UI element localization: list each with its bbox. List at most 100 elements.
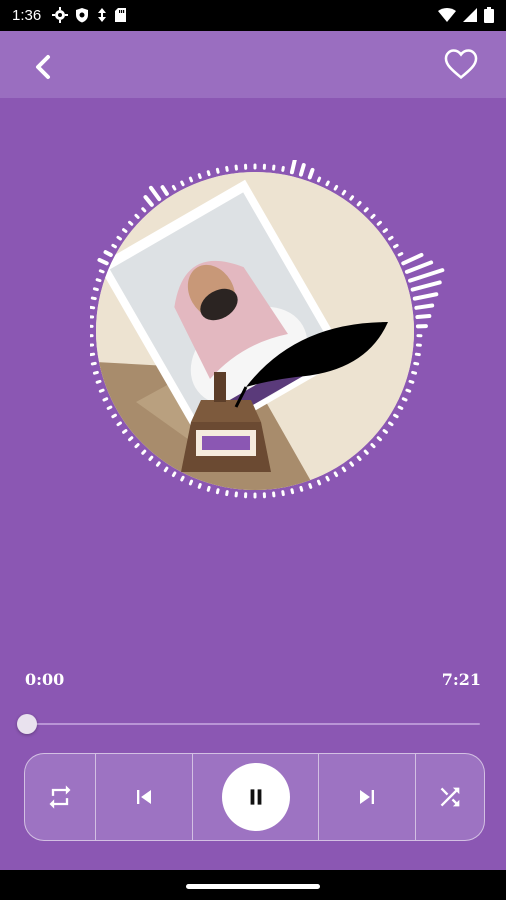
- data-saver-icon: [98, 8, 106, 22]
- visualizer-bar: [397, 252, 404, 257]
- visualizer-bar: [401, 252, 424, 266]
- visualizer-bar: [289, 160, 297, 175]
- visualizer-bar: [160, 185, 169, 196]
- shuffle-button[interactable]: [416, 754, 484, 840]
- visualizer-bar: [325, 475, 330, 482]
- visualizer-bar: [376, 436, 382, 442]
- visualizer-bar: [103, 250, 113, 257]
- visualizer-bar: [325, 180, 330, 187]
- visualizer-bar: [408, 268, 445, 283]
- repeat-button[interactable]: [25, 754, 96, 840]
- visualizer-bar: [111, 413, 117, 419]
- visualizer-bar: [171, 184, 177, 191]
- shuffle-icon: [440, 787, 460, 807]
- play-pause-circle: [221, 763, 290, 831]
- visualizer-bar: [281, 165, 285, 172]
- visualizer-bar: [349, 461, 355, 467]
- visualizer-bar: [92, 287, 99, 292]
- visualizer-bar: [405, 388, 412, 393]
- visualizer-bar: [128, 436, 134, 442]
- skip-previous-icon: [137, 790, 151, 804]
- visualizer-bar: [401, 397, 408, 402]
- visualizer-bar: [148, 455, 154, 462]
- visualizer-bar: [376, 220, 382, 226]
- visualizer-bar: [413, 361, 420, 366]
- visualizer-bar: [333, 184, 339, 191]
- visualizer-bar: [404, 260, 434, 274]
- next-button[interactable]: [319, 754, 416, 840]
- visualizer-bar: [393, 243, 399, 249]
- visualizer-bar: [95, 278, 102, 283]
- visualizer-bar: [356, 455, 362, 462]
- visualizer-bar: [316, 176, 322, 183]
- visualizer-bar: [102, 397, 109, 402]
- visualizer-bar: [116, 235, 122, 241]
- visualizer-bar: [128, 220, 134, 226]
- favorite-button[interactable]: [442, 45, 480, 83]
- visualizer-bar: [382, 429, 388, 434]
- visualizer-bar: [356, 200, 362, 207]
- audio-visualizer: [90, 160, 470, 500]
- app-bar: [0, 31, 506, 98]
- visualizer-bar: [307, 167, 315, 180]
- visualizer-bar: [95, 379, 102, 384]
- visualizer-bar: [171, 471, 177, 478]
- visualizer-bar: [363, 449, 369, 455]
- visualizer-bar: [134, 213, 140, 219]
- visualizer-bar: [163, 466, 169, 473]
- settings-icon: [52, 7, 68, 23]
- visualizer-bar: [141, 449, 147, 455]
- sd-card-icon: [115, 8, 126, 22]
- visualizer-bar: [141, 207, 147, 213]
- visualizer-bar: [225, 490, 229, 497]
- visualizer-bar: [370, 443, 376, 449]
- seek-track: [25, 723, 480, 725]
- visualizer-bar: [281, 490, 285, 497]
- visualizer-bar: [116, 421, 122, 427]
- wifi-icon: [438, 8, 456, 22]
- status-bar: 1:36: [0, 0, 506, 31]
- battery-icon: [484, 7, 494, 23]
- chevron-left-icon: [36, 55, 50, 79]
- playback-controls: [24, 753, 485, 841]
- visualizer-bar: [98, 388, 105, 393]
- visualizer-bar: [122, 429, 128, 434]
- visualizer-bar: [370, 213, 376, 219]
- visualizer-bar: [215, 167, 220, 174]
- seek-thumb[interactable]: [17, 714, 37, 734]
- visualizer-bar: [349, 195, 355, 201]
- visualizer-bar: [316, 479, 322, 486]
- visualizer-bar: [122, 228, 128, 233]
- visualizer-bar: [308, 483, 313, 489]
- visualizer-bar: [410, 280, 442, 292]
- visualizer-bar: [363, 207, 369, 213]
- visualizer-bar: [188, 479, 194, 486]
- visualizer-bar: [415, 314, 432, 320]
- visualizer-bar: [134, 443, 140, 449]
- visualizer-bar: [106, 405, 113, 410]
- visualizer-bar: [290, 488, 295, 495]
- skip-next-icon: [360, 790, 374, 804]
- visualizer-bar: [215, 488, 220, 495]
- visualizer-bar: [341, 466, 347, 473]
- visualizer-bar: [388, 421, 394, 427]
- visualizer-ring: [90, 160, 445, 499]
- visualizer-bar: [299, 485, 304, 492]
- previous-button[interactable]: [96, 754, 193, 840]
- visualizer-bar: [298, 163, 306, 177]
- play-pause-button[interactable]: [193, 754, 319, 840]
- visualizer-bar: [341, 189, 347, 196]
- visualizer-bar: [197, 483, 202, 489]
- pause-icon: [250, 789, 261, 805]
- system-nav-bar: [0, 870, 506, 900]
- total-duration: 7:21: [441, 670, 481, 689]
- visualizer-bar: [397, 405, 404, 410]
- visualizer-bar: [408, 379, 415, 384]
- back-button[interactable]: [28, 51, 60, 83]
- home-indicator[interactable]: [186, 884, 320, 889]
- visualizer-bar: [206, 485, 211, 492]
- seek-bar[interactable]: [17, 714, 480, 734]
- visualizer-bar: [188, 176, 194, 183]
- visualizer-bar: [206, 170, 211, 177]
- shield-icon: [76, 8, 88, 23]
